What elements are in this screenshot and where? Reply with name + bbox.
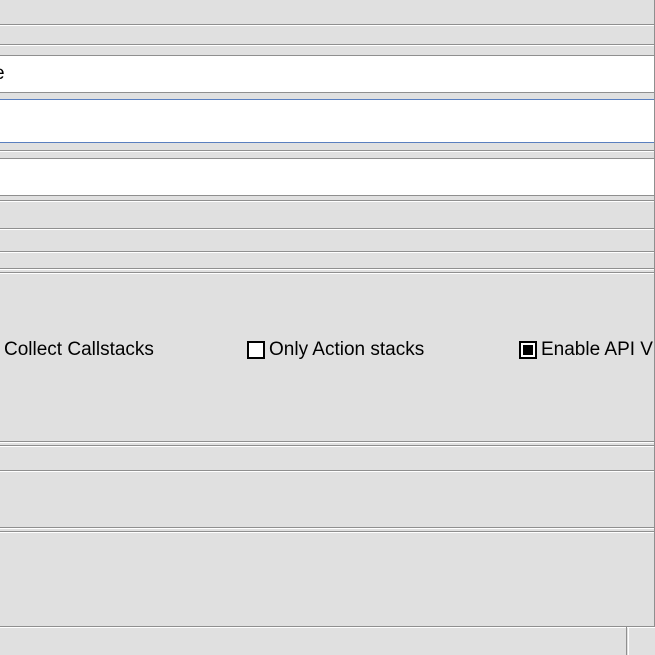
collect-callstacks-checkbox[interactable]: Collect Callstacks	[4, 339, 154, 361]
checkbox-icon	[247, 341, 265, 359]
text-field-2-selected[interactable]	[0, 99, 655, 143]
only-action-stacks-checkbox[interactable]: Only Action stacks	[247, 339, 424, 361]
enable-api-label: Enable API V	[541, 339, 653, 361]
only-action-stacks-label: Only Action stacks	[269, 339, 424, 361]
enable-api-checkbox[interactable]: Enable API V	[519, 339, 653, 361]
bottom-right-panel	[626, 626, 655, 655]
collect-callstacks-label: Collect Callstacks	[4, 339, 154, 361]
text-field-3[interactable]	[0, 158, 655, 196]
text-field-1-value: e	[0, 63, 5, 85]
text-field-1[interactable]: e	[0, 55, 655, 93]
checkbox-icon	[519, 341, 537, 359]
